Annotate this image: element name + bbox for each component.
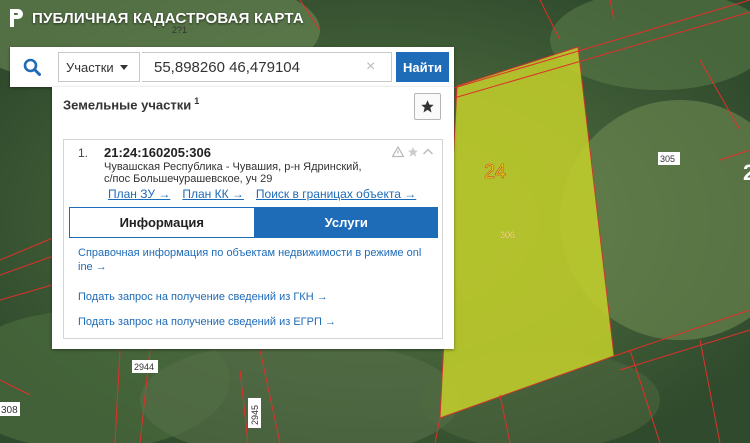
app-title: ПУБЛИЧНАЯ КАДАСТРОВАЯ КАРТА xyxy=(32,9,304,27)
map-label: 2945 xyxy=(250,405,260,425)
result-index: 1. xyxy=(78,146,89,160)
map-label: 306 xyxy=(500,230,515,240)
search-bar: Участки × Найти xyxy=(10,47,454,87)
chevron-down-icon xyxy=(119,64,128,70)
warning-icon[interactable] xyxy=(392,146,404,158)
clear-icon[interactable]: × xyxy=(366,57,375,77)
panel-title-text: Земельные участки xyxy=(63,97,192,113)
tab-services[interactable]: Услуги xyxy=(254,207,438,238)
search-input[interactable] xyxy=(142,52,392,82)
tab-information[interactable]: Информация xyxy=(69,207,255,238)
app-header: ПУБЛИЧНАЯ КАДАСТРОВАЯ КАРТА xyxy=(8,8,304,28)
logo-icon xyxy=(10,9,23,27)
card-actions xyxy=(392,146,434,158)
service-link-text: ine → xyxy=(78,261,107,273)
service-link-egrp[interactable]: Подать запрос на получение сведений из Е… xyxy=(78,315,434,329)
star-icon xyxy=(421,100,434,113)
link-plan-zu[interactable]: План ЗУ → xyxy=(108,187,170,201)
search-button[interactable] xyxy=(10,47,54,87)
result-card[interactable]: 1. 21:24:160205:306 Чувашская Республика… xyxy=(63,139,443,339)
service-link-text: Справочная информация по объектам недвиж… xyxy=(78,247,422,259)
map-label: 2944 xyxy=(134,362,154,372)
link-search-bounds[interactable]: Поиск в границах объекта → xyxy=(256,187,416,201)
results-panel: Земельные участки 1 1. 21:24:160205:306 Ч… xyxy=(52,87,454,349)
search-type-label: Участки xyxy=(66,59,114,75)
cadastral-number[interactable]: 21:24:160205:306 xyxy=(104,145,211,160)
map-label: 305 xyxy=(660,154,675,164)
find-button[interactable]: Найти xyxy=(396,52,449,82)
parcel-number-label: 24 xyxy=(484,161,506,183)
result-address: Чувашская Республика - Чувашия, р-н Ядри… xyxy=(104,161,374,185)
results-count: 1 xyxy=(194,96,200,106)
link-plan-kk[interactable]: План КК → xyxy=(182,187,244,201)
result-links: План ЗУ → План КК → Поиск в границах объ… xyxy=(108,187,416,201)
search-type-select[interactable]: Участки xyxy=(58,52,140,82)
search-icon xyxy=(23,58,41,76)
star-icon[interactable] xyxy=(407,146,419,158)
result-tabs: Информация Услуги xyxy=(69,207,438,238)
chevron-up-icon[interactable] xyxy=(422,146,434,158)
address-line: с/пос Большечурашевское, уч 29 xyxy=(104,173,273,185)
map-label: 308 xyxy=(1,405,18,416)
address-line: Чувашская Республика - Чувашия, р-н Ядри… xyxy=(104,161,362,173)
panel-title: Земельные участки 1 xyxy=(63,96,199,112)
service-link-info[interactable]: Справочная информация по объектам недвиж… xyxy=(78,246,434,274)
service-link-gkn[interactable]: Подать запрос на получение сведений из Г… xyxy=(78,290,434,304)
favorite-button[interactable] xyxy=(414,93,441,120)
map-label: 2 xyxy=(743,160,750,185)
